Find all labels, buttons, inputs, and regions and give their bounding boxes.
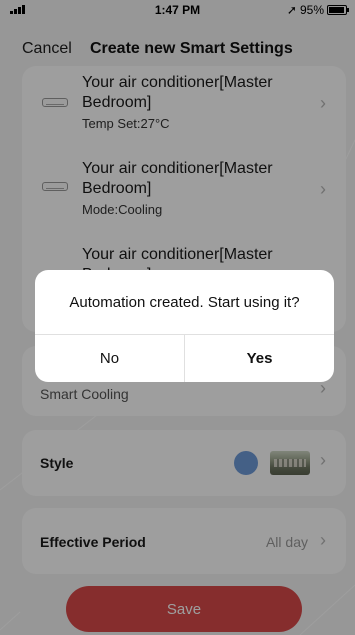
confirmation-dialog: Automation created. Start using it? No Y… <box>35 270 334 382</box>
dialog-message: Automation created. Start using it? <box>69 293 300 311</box>
yes-button[interactable]: Yes <box>185 335 334 382</box>
screen: 1:47 PM ➚ 95% Cancel Create new Smart Se… <box>0 0 355 635</box>
no-button[interactable]: No <box>35 335 184 382</box>
